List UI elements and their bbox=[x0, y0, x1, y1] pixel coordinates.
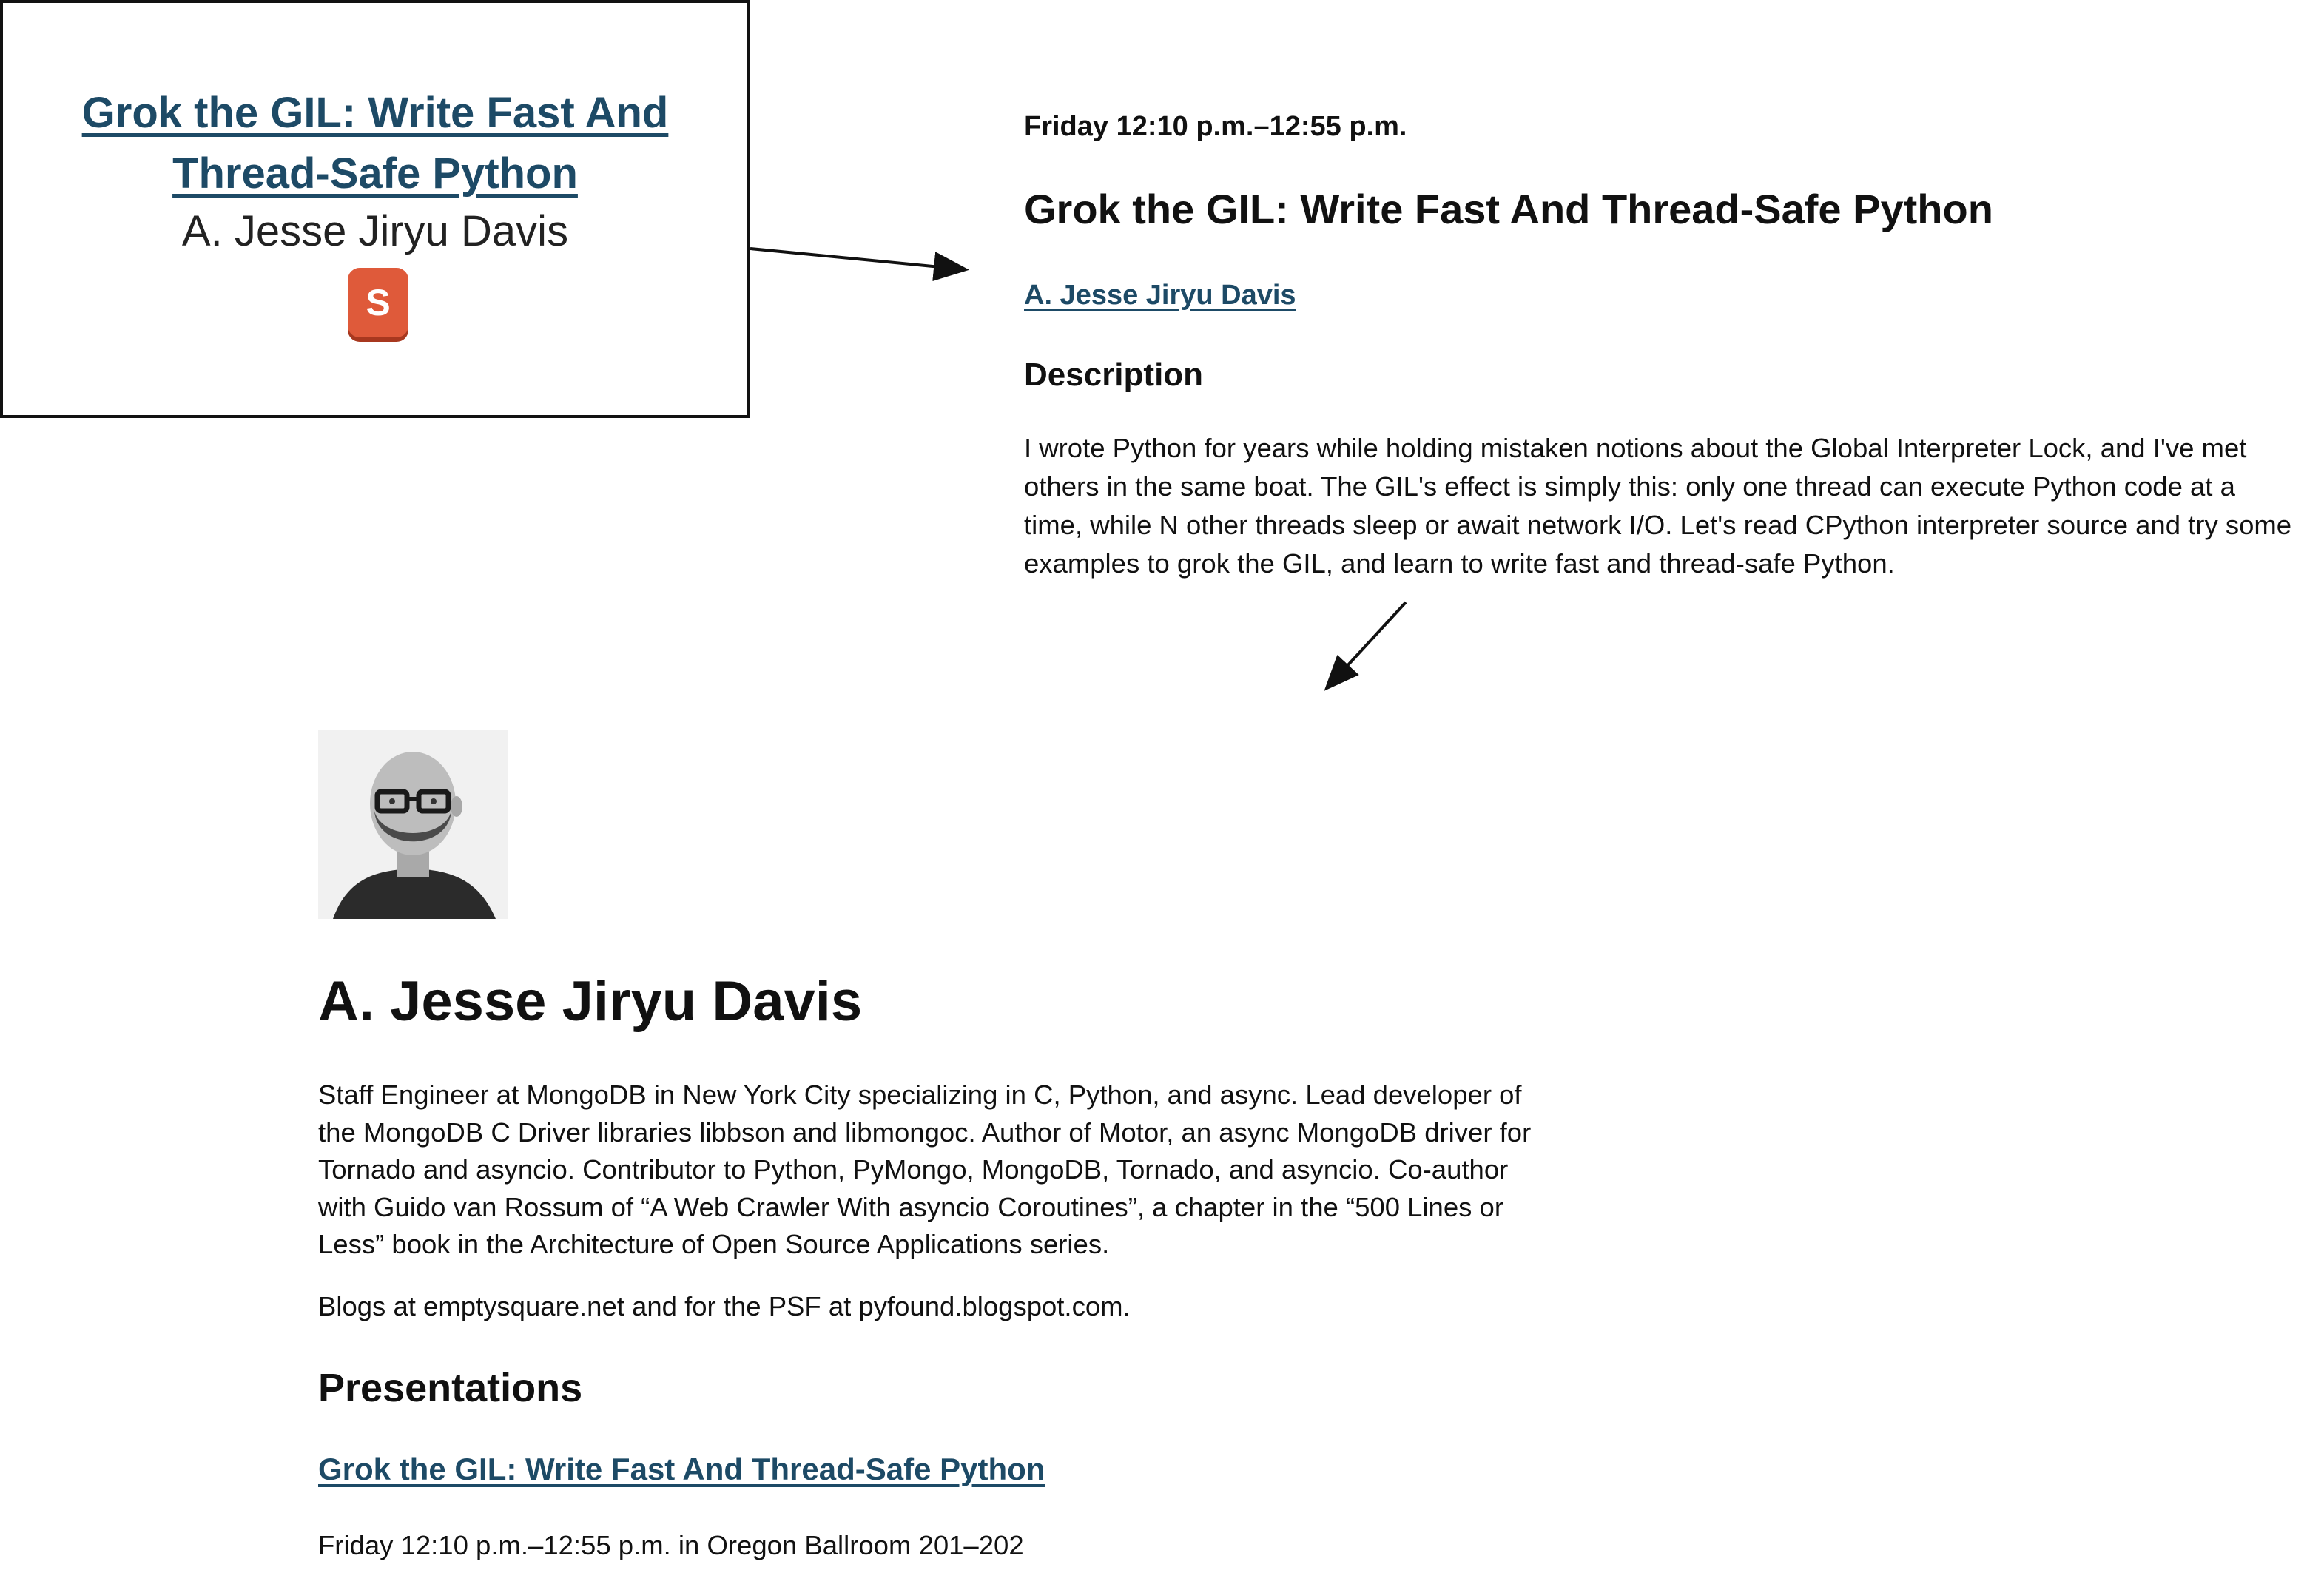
arrow-card-to-session bbox=[750, 247, 969, 282]
schedule-card: Grok the GIL: Write Fast And Thread-Safe… bbox=[0, 0, 750, 418]
speaker-name-heading: A. Jesse Jiryu Davis bbox=[318, 970, 863, 1033]
presentation-time: Friday 12:10 p.m.–12:55 p.m. in Oregon B… bbox=[318, 1530, 1024, 1560]
presentation-title-link[interactable]: Grok the GIL: Write Fast And Thread-Safe… bbox=[318, 1452, 1045, 1487]
speaker-portrait-icon bbox=[318, 730, 508, 919]
arrow-session-to-speaker bbox=[1324, 601, 1407, 691]
speaker-avatar bbox=[318, 730, 508, 919]
card-talk-title-link[interactable]: Grok the GIL: Write Fast And Thread-Safe… bbox=[3, 83, 747, 204]
description-heading: Description bbox=[1024, 357, 1204, 393]
session-time: Friday 12:10 p.m.–12:55 p.m. bbox=[1024, 111, 1407, 142]
presentations-heading: Presentations bbox=[318, 1366, 583, 1410]
session-speaker-link[interactable]: A. Jesse Jiryu Davis bbox=[1024, 280, 1296, 311]
card-speaker-name: A. Jesse Jiryu Davis bbox=[181, 207, 569, 255]
session-description: I wrote Python for years while holding m… bbox=[1024, 433, 2292, 579]
speaker-bio: Staff Engineer at MongoDB in New York Ci… bbox=[318, 1079, 1532, 1259]
slideshare-icon[interactable]: S bbox=[348, 268, 408, 337]
speaker-blogs: Blogs at emptysquare.net and for the PSF… bbox=[318, 1291, 1131, 1321]
session-title: Grok the GIL: Write Fast And Thread-Safe… bbox=[1024, 186, 1993, 232]
